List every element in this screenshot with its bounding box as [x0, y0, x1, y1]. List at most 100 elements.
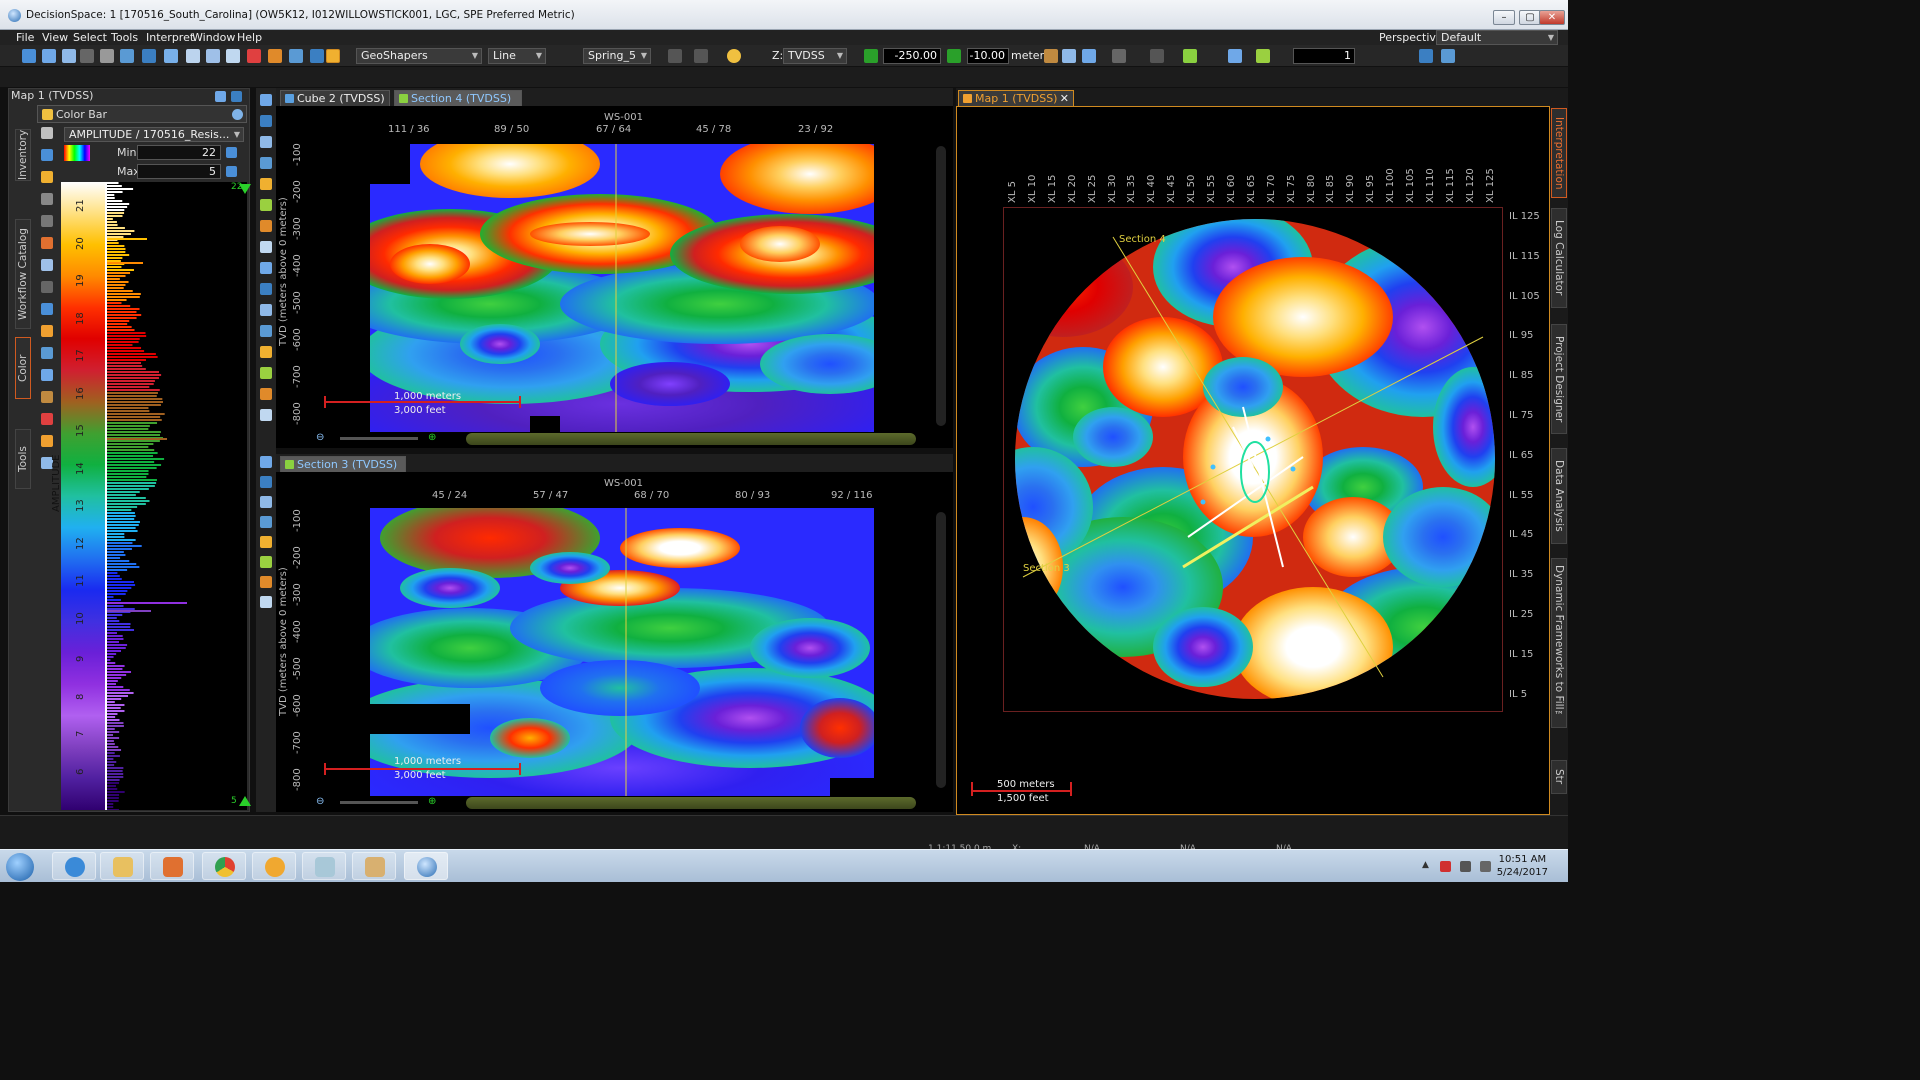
menu-window[interactable]: Window	[192, 30, 235, 45]
domain-select[interactable]: TVDSS ▼	[783, 48, 847, 64]
step-back-icon[interactable]	[864, 49, 878, 63]
tray-network-icon[interactable]	[1460, 861, 1471, 872]
horizontal-scrollbar[interactable]	[466, 797, 916, 809]
mode-select[interactable]: Line ▼	[488, 48, 546, 64]
tray-flag-icon[interactable]	[1440, 861, 1451, 872]
colorbar-tool-icon[interactable]	[41, 215, 53, 227]
document-icon[interactable]	[100, 49, 114, 63]
paint-taskbar-button[interactable]	[352, 852, 396, 880]
min-handle-icon[interactable]	[239, 796, 251, 806]
chrome-taskbar-button[interactable]	[202, 852, 246, 880]
colorbar-tool-icon[interactable]	[41, 303, 53, 315]
bookmark-icon[interactable]	[1112, 49, 1126, 63]
zoom-in-icon[interactable]: ⊕	[428, 432, 436, 443]
pin-icon[interactable]	[1183, 49, 1197, 63]
undo-icon[interactable]	[668, 49, 682, 63]
min-reset-icon[interactable]	[226, 147, 237, 158]
menu-view[interactable]: View	[42, 30, 68, 45]
zoom-in-icon[interactable]: ⊕	[428, 796, 436, 807]
colorbar-tool-icon[interactable]	[41, 281, 53, 293]
table-icon[interactable]	[310, 49, 324, 63]
view-tool-icon[interactable]	[260, 157, 272, 169]
colorbar-tool-icon[interactable]	[41, 413, 53, 425]
play-icon[interactable]	[947, 49, 961, 63]
view-tool-icon[interactable]	[260, 388, 272, 400]
menu-file[interactable]: File	[16, 30, 34, 45]
view-tool-icon[interactable]	[260, 115, 272, 127]
zoom-out-icon[interactable]: ⊖	[316, 432, 332, 444]
tab-workflow-catalog[interactable]: Workflow Catalog	[15, 219, 31, 329]
tab-interpretation[interactable]: Interpretation	[1551, 108, 1567, 198]
amplitude-map[interactable]	[1003, 207, 1503, 712]
view-tool-icon[interactable]	[260, 409, 272, 421]
restore-button[interactable]: ▢	[1519, 10, 1541, 25]
bookmark-next-icon[interactable]	[1150, 49, 1164, 63]
tab-section3[interactable]: Section 3 (TVDSS)	[280, 456, 406, 472]
layers-icon[interactable]	[206, 49, 220, 63]
colorbar-tool-icon[interactable]	[41, 127, 53, 139]
view-tool-icon[interactable]	[260, 325, 272, 337]
view-tool-icon[interactable]	[260, 136, 272, 148]
start-value-field[interactable]: -250.00	[883, 48, 941, 64]
chart-icon[interactable]	[289, 49, 303, 63]
view-tool-icon[interactable]	[260, 596, 272, 608]
view-tool-icon[interactable]	[260, 496, 272, 508]
explorer-taskbar-button[interactable]	[100, 852, 144, 880]
view-tool-icon[interactable]	[260, 262, 272, 274]
colorbar-tool-icon[interactable]	[41, 325, 53, 337]
printer-icon[interactable]	[226, 49, 240, 63]
view-tool-icon[interactable]	[260, 346, 272, 358]
colorbar-tool-icon[interactable]	[41, 435, 53, 447]
vertical-scrollbar[interactable]	[936, 146, 946, 426]
max-handle-icon[interactable]	[239, 184, 251, 194]
sun-icon[interactable]	[727, 49, 741, 63]
grid-layout-icon[interactable]	[1419, 49, 1433, 63]
count-field[interactable]: 1	[1293, 48, 1355, 64]
tab-section4[interactable]: Section 4 (TVDSS)	[394, 90, 522, 106]
ruler-icon[interactable]	[142, 49, 156, 63]
colorbar-tool-icon[interactable]	[41, 193, 53, 205]
view-tool-icon[interactable]	[260, 241, 272, 253]
view-tool-icon[interactable]	[260, 576, 272, 588]
menu-help[interactable]: Help	[237, 30, 262, 45]
flag-icon[interactable]	[268, 49, 282, 63]
section3-seismic-section[interactable]	[370, 508, 874, 796]
view-tool-icon[interactable]	[260, 516, 272, 528]
well-icon[interactable]	[120, 49, 134, 63]
view-tool-icon[interactable]	[260, 476, 272, 488]
view-tool-icon[interactable]	[260, 304, 272, 316]
view-tool-icon[interactable]	[260, 367, 272, 379]
end-value-field[interactable]: -10.00	[967, 48, 1009, 64]
cube2-canvas[interactable]: WS-001 111 / 36 89 / 50 67 / 64 45 / 78 23 /…	[276, 106, 953, 448]
media-taskbar-button[interactable]	[150, 852, 194, 880]
measure-icon[interactable]	[1228, 49, 1242, 63]
perspective-select[interactable]: Default ▼	[1436, 30, 1558, 45]
tab-color[interactable]: Color	[15, 337, 31, 399]
close-tab-icon[interactable]: ✕	[1060, 91, 1069, 106]
view-tool-icon[interactable]	[260, 94, 272, 106]
record-icon[interactable]	[247, 49, 261, 63]
globe-icon[interactable]	[164, 49, 178, 63]
tab-tools[interactable]: Tools	[15, 429, 31, 489]
horizontal-scrollbar[interactable]	[466, 433, 916, 445]
cube-icon[interactable]	[186, 49, 200, 63]
view-tool-icon[interactable]	[260, 178, 272, 190]
pencil-icon[interactable]	[326, 49, 340, 63]
colorbar-tool-icon[interactable]	[41, 369, 53, 381]
refresh-icon[interactable]	[232, 109, 243, 120]
bus-icon[interactable]	[1044, 49, 1058, 63]
tab-data-analysis[interactable]: Data Analysis	[1551, 448, 1567, 544]
view-tool-icon[interactable]	[260, 556, 272, 568]
tab-project-designer[interactable]: Project Designer	[1551, 324, 1567, 434]
tab-dynamic-frameworks[interactable]: Dynamic Frameworks to Fill™	[1551, 558, 1567, 728]
colorbar-tool-icon[interactable]	[41, 391, 53, 403]
start-button[interactable]	[6, 853, 34, 881]
tray-chevron-icon[interactable]: ▲	[1422, 860, 1429, 870]
colormap-select[interactable]: Spring_5 ▼	[583, 48, 651, 64]
tab-map1[interactable]: Map 1 (TVDSS) ✕	[958, 90, 1074, 106]
save-icon[interactable]	[62, 49, 76, 63]
colorbar-tool-icon[interactable]	[41, 171, 53, 183]
max-reset-icon[interactable]	[226, 166, 237, 177]
tab-log-calculator[interactable]: Log Calculator	[1551, 208, 1567, 308]
panel-maximize-icon[interactable]	[231, 91, 242, 102]
